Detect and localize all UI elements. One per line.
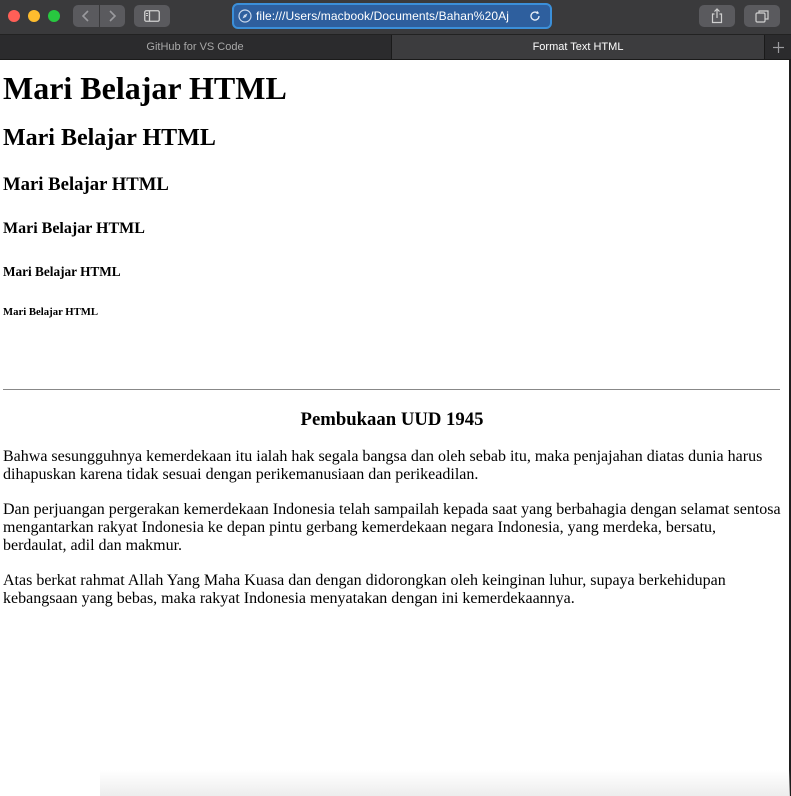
tab-github-for-vs-code[interactable]: GitHub for VS Code (0, 35, 390, 59)
tab-bar: GitHub for VS Code Format Text HTML (0, 35, 791, 60)
heading-3: Mari Belajar HTML (3, 174, 169, 195)
window-bottom-shadow (100, 770, 790, 796)
navigation-buttons (73, 5, 125, 27)
tabs-overview-icon (755, 10, 769, 23)
heading-2: Mari Belajar HTML (3, 125, 216, 151)
plus-icon (772, 41, 784, 53)
tab-format-text-html[interactable]: Format Text HTML (391, 35, 765, 59)
minimize-window-button[interactable] (28, 10, 40, 22)
horizontal-rule (3, 389, 780, 390)
close-window-button[interactable] (8, 10, 20, 22)
new-tab-button[interactable] (765, 35, 791, 59)
browser-window: file:///Users/macbook/Documents/Bahan%20… (0, 0, 791, 796)
heading-4: Mari Belajar HTML (3, 220, 145, 237)
reload-icon[interactable] (528, 9, 542, 23)
heading-1: Mari Belajar HTML (3, 70, 287, 106)
chevron-right-icon (109, 10, 117, 22)
paragraph: Dan perjuangan pergerakan kemerdekaan In… (3, 501, 781, 554)
back-button[interactable] (73, 5, 99, 27)
address-bar[interactable]: file:///Users/macbook/Documents/Bahan%20… (232, 3, 552, 29)
sidebar-icon (144, 10, 160, 22)
chevron-left-icon (81, 10, 89, 22)
share-icon (711, 8, 723, 24)
share-button[interactable] (699, 5, 735, 27)
url-text[interactable]: file:///Users/macbook/Documents/Bahan%20… (256, 9, 524, 23)
zoom-window-button[interactable] (48, 10, 60, 22)
show-all-tabs-button[interactable] (744, 5, 780, 27)
heading-6: Mari Belajar HTML (3, 306, 99, 318)
page-content: Mari Belajar HTML Mari Belajar HTML Mari… (0, 60, 791, 796)
browser-toolbar: file:///Users/macbook/Documents/Bahan%20… (0, 0, 791, 35)
forward-button[interactable] (98, 5, 126, 27)
heading-5: Mari Belajar HTML (3, 264, 121, 279)
section-title: Pembukaan UUD 1945 (300, 409, 484, 430)
compass-icon (238, 9, 252, 23)
paragraph: Bahwa sesungguhnya kemerdekaan itu ialah… (3, 448, 763, 483)
paragraph: Atas berkat rahmat Allah Yang Maha Kuasa… (3, 572, 726, 607)
sidebar-toggle-button[interactable] (134, 5, 170, 27)
